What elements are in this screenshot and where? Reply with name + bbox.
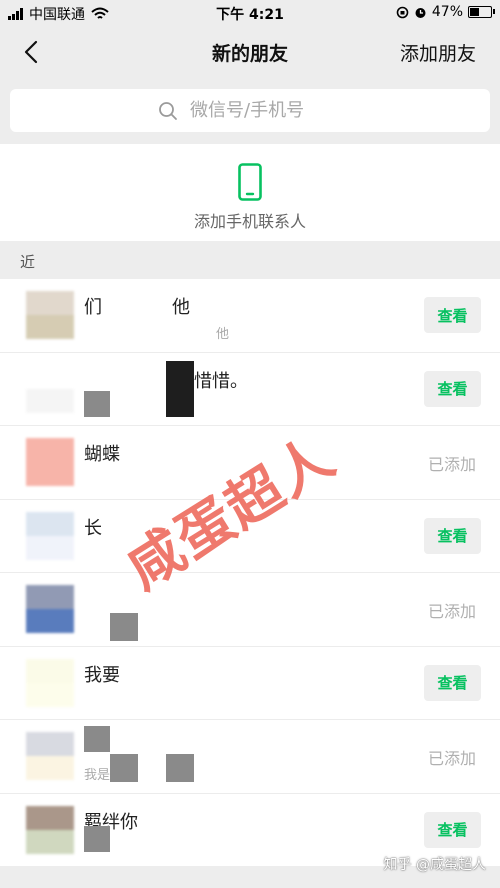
section-label: 近	[20, 253, 36, 271]
friend-message	[84, 691, 216, 706]
friend-name: 长	[84, 514, 172, 540]
mosaic-block	[84, 726, 110, 752]
friend-name-text: 们	[84, 297, 102, 318]
friend-request-row[interactable]: 蝴蝶已添加	[0, 426, 500, 500]
mosaic-block	[166, 360, 194, 417]
friend-request-list: 们他他查看惜惜。手查看蝴蝶已添加长查看已添加我要查看我是已添加羁绊你查看	[0, 279, 500, 866]
friend-request-row[interactable]: 我是 已添加	[0, 720, 500, 794]
added-status: 已添加	[427, 749, 476, 768]
avatar	[26, 585, 74, 633]
search-icon	[159, 101, 177, 120]
friend-name-text: 我要	[84, 664, 120, 686]
friend-message	[84, 544, 216, 559]
source-credit: 知乎 @咸蛋超人	[383, 857, 486, 873]
avatar	[26, 291, 74, 339]
mosaic-block	[84, 825, 110, 852]
added-status: 已添加	[427, 602, 476, 621]
friend-name-tail: 惜惜。	[194, 370, 248, 392]
avatar	[26, 364, 74, 413]
back-arrow-icon[interactable]	[20, 38, 44, 66]
friend-request-row[interactable]: 长 查看	[0, 500, 500, 573]
friend-name-text: 长	[84, 517, 102, 539]
friend-name	[84, 587, 194, 608]
phone-icon	[238, 163, 262, 201]
search-box[interactable]	[10, 89, 490, 132]
mosaic-block	[110, 613, 138, 641]
add-phone-contacts[interactable]: 添加手机联系人	[0, 144, 500, 241]
nav-bar: 新的朋友 添加朋友	[0, 26, 500, 78]
section-header: 近	[0, 241, 500, 279]
mosaic-block	[166, 754, 194, 782]
friend-request-row[interactable]: 我要 查看	[0, 647, 500, 720]
status-bar: 中国联通 下午 4:21 47%	[0, 0, 500, 26]
friend-message-text: 我是	[84, 768, 111, 783]
battery-fill	[470, 8, 479, 16]
friend-request-row[interactable]: 们他他查看	[0, 279, 500, 353]
avatar	[26, 658, 74, 707]
view-button[interactable]: 查看	[424, 811, 481, 848]
battery-label: 47%	[431, 4, 463, 20]
friend-name: 我要	[84, 661, 190, 687]
add-friend-link[interactable]: 添加朋友	[400, 39, 476, 66]
added-status: 已添加	[427, 455, 476, 474]
alarm-icon	[415, 7, 426, 18]
mosaic-block	[110, 754, 138, 782]
friend-name: 蝴蝶	[84, 440, 190, 466]
friend-name: 们他	[84, 293, 190, 319]
search-section	[0, 78, 500, 144]
view-button[interactable]: 查看	[424, 664, 481, 701]
friend-name-tail: 他	[172, 297, 190, 318]
friend-message	[84, 470, 216, 485]
lock-rotation-icon	[396, 6, 409, 18]
mosaic-block	[84, 390, 110, 417]
avatar	[26, 805, 74, 854]
friend-request-row[interactable]: 已添加	[0, 573, 500, 647]
view-button[interactable]: 查看	[424, 517, 481, 554]
avatar	[26, 438, 74, 486]
search-input[interactable]	[188, 99, 342, 122]
avatar	[26, 511, 74, 560]
view-button[interactable]: 查看	[424, 297, 481, 333]
friend-request-row[interactable]: 惜惜。手查看	[0, 353, 500, 426]
avatar	[26, 732, 74, 780]
friend-name-text: 蝴蝶	[84, 444, 120, 465]
friend-message-tail: 他	[216, 327, 230, 342]
status-right: 47%	[396, 4, 495, 20]
friend-message	[84, 617, 216, 632]
friend-message: 我是	[84, 764, 242, 783]
view-button[interactable]: 查看	[424, 370, 481, 407]
friend-message: 他	[84, 323, 229, 342]
battery-icon	[468, 6, 495, 18]
add-phone-label: 添加手机联系人	[193, 212, 306, 231]
